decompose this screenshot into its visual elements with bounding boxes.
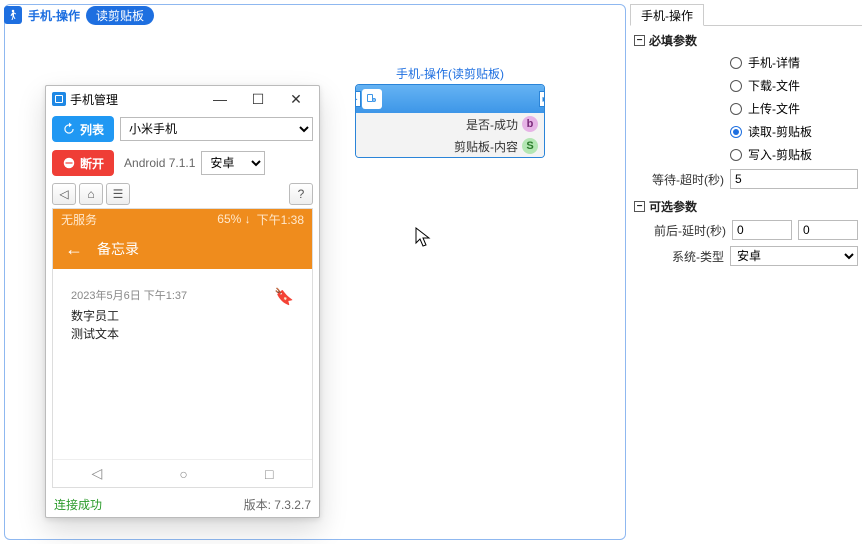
connection-status: 连接成功 bbox=[54, 496, 102, 513]
delay-label: 前后-延时(秒) bbox=[654, 222, 726, 239]
nav-home-button[interactable]: ⌂ bbox=[79, 183, 103, 205]
radio-download-file[interactable]: 下载-文件 bbox=[630, 74, 862, 97]
back-arrow-icon[interactable]: ← bbox=[65, 239, 83, 260]
radio-write-clipboard[interactable]: 写入-剪贴板 bbox=[630, 143, 862, 166]
window-titlebar[interactable]: 手机管理 — ☐ ✕ bbox=[46, 86, 319, 112]
canvas-header: 手机-操作 读剪贴板 bbox=[5, 5, 625, 25]
version-label: 版本: 7.3.2.7 bbox=[244, 496, 311, 513]
delay-before-input[interactable] bbox=[732, 220, 792, 240]
status-time: 下午1:38 bbox=[257, 211, 304, 228]
status-carrier: 无服务 bbox=[61, 211, 97, 228]
tab-phone-action[interactable]: 手机-操作 bbox=[630, 4, 704, 26]
system-type-label: 系统-类型 bbox=[672, 248, 724, 265]
app-title: 备忘录 bbox=[97, 239, 139, 259]
canvas-subtitle-pill: 读剪贴板 bbox=[86, 6, 154, 25]
phone-statusbar: 无服务 65% ↓ 下午1:38 bbox=[53, 209, 312, 229]
panel-tabs: 手机-操作 bbox=[630, 4, 862, 26]
nav-back-button[interactable]: ◁ bbox=[52, 183, 76, 205]
window-title: 手机管理 bbox=[70, 91, 118, 108]
softkey-back-icon[interactable]: ◁ bbox=[92, 465, 103, 482]
radio-read-clipboard[interactable]: 读取-剪贴板 bbox=[630, 120, 862, 143]
note-card[interactable]: 🔖 2023年5月6日 下午1:37 数字员工 测试文本 bbox=[63, 279, 302, 351]
note-body: 数字员工 测试文本 bbox=[71, 307, 294, 343]
close-button[interactable]: ✕ bbox=[279, 89, 313, 109]
node-output-clipboard: 剪贴板-内容 S bbox=[356, 135, 544, 157]
list-button[interactable]: 列表 bbox=[52, 116, 114, 142]
phone-screen[interactable]: 无服务 65% ↓ 下午1:38 ← 备忘录 🔖 2023年5月6日 下午1:3… bbox=[52, 208, 313, 488]
node-output-port[interactable]: ▸ bbox=[539, 91, 545, 107]
softkey-recent-icon[interactable]: □ bbox=[265, 466, 273, 482]
node-output-success: 是否-成功 b bbox=[356, 113, 544, 135]
collapse-icon[interactable]: − bbox=[634, 201, 645, 212]
workflow-node[interactable]: 手机-操作(读剪贴板) ▸ ▸ 是否-成功 b 剪贴板-内容 S bbox=[355, 65, 545, 158]
cursor-icon bbox=[415, 227, 433, 249]
note-timestamp: 2023年5月6日 下午1:37 bbox=[71, 287, 294, 303]
bookmark-icon[interactable]: 🔖 bbox=[274, 287, 294, 307]
properties-panel: 手机-操作 − 必填参数 手机-详情 下载-文件 操作-类型 上传-文件 读取-… bbox=[630, 4, 862, 540]
nav-toolbar: ◁ ⌂ ☰ ? bbox=[46, 180, 319, 208]
canvas-title: 手机-操作 bbox=[28, 7, 80, 24]
radio-upload-file[interactable]: 上传-文件 bbox=[630, 97, 862, 120]
node-header[interactable] bbox=[356, 85, 544, 113]
system-type-select[interactable]: 安卓 bbox=[730, 246, 858, 266]
softkey-home-icon[interactable]: ○ bbox=[179, 466, 187, 482]
os-type-select[interactable]: 安卓 bbox=[201, 151, 265, 175]
node-title: 手机-操作(读剪贴板) bbox=[355, 65, 545, 82]
section-required[interactable]: − 必填参数 bbox=[634, 32, 858, 49]
minimize-button[interactable]: — bbox=[203, 89, 237, 109]
status-battery: 65% ↓ bbox=[217, 212, 250, 226]
node-input-port[interactable]: ▸ bbox=[355, 91, 361, 107]
phone-icon bbox=[52, 92, 66, 106]
section-optional[interactable]: − 可选参数 bbox=[634, 198, 858, 215]
device-select[interactable]: 小米手机 bbox=[120, 117, 313, 141]
type-badge-string: S bbox=[522, 138, 538, 154]
disconnect-button[interactable]: 断开 bbox=[52, 150, 114, 176]
maximize-button[interactable]: ☐ bbox=[241, 89, 275, 109]
os-version-label: Android 7.1.1 bbox=[124, 156, 195, 170]
nav-recent-button[interactable]: ☰ bbox=[106, 183, 130, 205]
type-badge-bool: b bbox=[522, 116, 538, 132]
walk-icon bbox=[4, 6, 22, 24]
window-footer: 连接成功 版本: 7.3.2.7 bbox=[46, 492, 319, 517]
wait-timeout-input[interactable] bbox=[730, 169, 858, 189]
canvas-area: 手机-操作 读剪贴板 手机管理 — ☐ ✕ 列表 小米手机 断开 bbox=[4, 4, 626, 540]
phone-appbar: ← 备忘录 bbox=[53, 229, 312, 269]
help-button[interactable]: ? bbox=[289, 183, 313, 205]
phone-soft-keys: ◁ ○ □ bbox=[53, 459, 312, 487]
radio-phone-detail[interactable]: 手机-详情 bbox=[630, 51, 862, 74]
wait-timeout-label: 等待-超时(秒) bbox=[652, 171, 724, 188]
delay-after-input[interactable] bbox=[798, 220, 858, 240]
refresh-icon bbox=[62, 122, 76, 136]
collapse-icon[interactable]: − bbox=[634, 35, 645, 46]
stop-icon bbox=[62, 156, 76, 170]
node-gear-icon bbox=[362, 89, 382, 109]
phone-manager-window: 手机管理 — ☐ ✕ 列表 小米手机 断开 Android 7.1.1 安卓 bbox=[45, 85, 320, 518]
